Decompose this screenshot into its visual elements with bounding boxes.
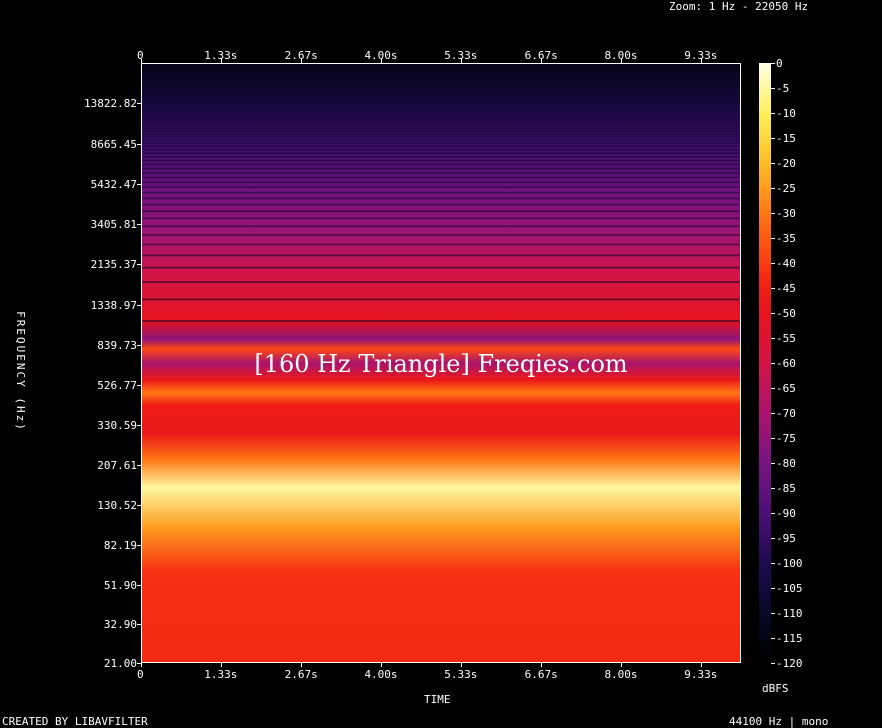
colorbar-tick-label: -20 xyxy=(776,157,796,170)
footer-credit: CREATED BY LIBAVFILTER xyxy=(2,715,148,728)
colorbar-tick-label: -75 xyxy=(776,432,796,445)
footer-samplerate: 44100 Hz | mono xyxy=(729,715,829,728)
colorbar-tick-mark xyxy=(771,463,775,464)
colorbar-tick-mark xyxy=(771,513,775,514)
colorbar-tick-mark xyxy=(771,63,775,64)
y-tick-label: 13822.82 xyxy=(84,97,137,111)
colorbar-tick-mark xyxy=(771,113,775,114)
x-tick-label-bottom: 6.67s xyxy=(524,668,558,681)
y-tick-label: 3405.81 xyxy=(90,218,137,232)
watermark-text: [160 Hz Triangle] Freqies.com xyxy=(254,350,628,378)
y-tick-label: 32.90 xyxy=(103,618,137,632)
x-tick-label-bottom: 8.00s xyxy=(604,668,638,681)
colorbar-tick-label: -70 xyxy=(776,407,796,420)
y-tick-label: 5432.47 xyxy=(90,177,137,191)
y-axis-label: FREQUENCY (Hz) xyxy=(13,311,27,432)
x-tick-mark-bottom xyxy=(220,663,222,667)
colorbar-tick-mark xyxy=(771,238,775,239)
colorbar-tick-mark xyxy=(771,313,775,314)
y-tick-label: 8665.45 xyxy=(90,137,137,151)
colorbar-tick-mark xyxy=(771,613,775,614)
colorbar-tick-label: -110 xyxy=(776,607,803,620)
colorbar-tick-mark xyxy=(771,438,775,439)
colorbar-tick-label: -5 xyxy=(776,82,790,95)
colorbar-tick-mark xyxy=(771,413,775,414)
colorbar-tick-mark xyxy=(771,638,775,639)
colorbar-tick-mark xyxy=(771,338,775,339)
x-tick-mark-bottom xyxy=(460,663,462,667)
colorbar-tick-label: -10 xyxy=(776,107,796,120)
colorbar-tick-label: -45 xyxy=(776,282,796,295)
x-tick-label-bottom: 4.00s xyxy=(364,668,398,681)
colorbar-tick-label: -90 xyxy=(776,507,796,520)
colorbar-tick-mark xyxy=(771,138,775,139)
colorbar-tick-label: -120 xyxy=(776,657,803,670)
colorbar-tick-label: -50 xyxy=(776,307,796,320)
colorbar-tick-mark xyxy=(771,263,775,264)
colorbar-tick-label: -95 xyxy=(776,532,796,545)
x-tick-mark-bottom xyxy=(700,663,702,667)
x-tick-label-bottom: 0 xyxy=(137,668,144,681)
colorbar-tick-mark xyxy=(771,163,775,164)
colorbar-tick-label: -100 xyxy=(776,557,803,570)
x-tick-label-bottom: 9.33s xyxy=(684,668,718,681)
y-tick-label: 82.19 xyxy=(103,539,137,553)
colorbar-tick-label: -115 xyxy=(776,632,803,645)
colorbar-tick-mark xyxy=(771,188,775,189)
x-tick-mark-bottom xyxy=(301,663,303,667)
colorbar-tick-mark xyxy=(771,88,775,89)
colorbar-tick-label: -85 xyxy=(776,482,796,495)
colorbar-tick-mark xyxy=(771,538,775,539)
y-tick-label: 130.52 xyxy=(97,499,137,513)
colorbar-tick-label: -55 xyxy=(776,332,796,345)
colorbar-tick-label: -105 xyxy=(776,582,803,595)
x-tick-mark-bottom xyxy=(621,663,622,667)
colorbar-tick-mark xyxy=(771,563,775,564)
colorbar-tick-mark xyxy=(771,388,775,389)
colorbar-tick-mark xyxy=(771,288,775,289)
colorbar-tick-label: -35 xyxy=(776,232,796,245)
colorbar-tick-label: -25 xyxy=(776,182,796,195)
y-tick-label: 2135.37 xyxy=(90,258,137,272)
colorbar-tick-mark xyxy=(771,213,775,214)
colorbar-tick-mark xyxy=(771,663,775,664)
colorbar-tick-label: -30 xyxy=(776,207,796,220)
colorbar-tick-label: 0 xyxy=(776,57,783,70)
zoom-readout: Zoom: 1 Hz - 22050 Hz xyxy=(669,0,809,13)
y-tick-mark xyxy=(137,663,141,664)
colorbar-tick-mark xyxy=(771,488,775,489)
x-tick-mark-bottom xyxy=(541,663,543,667)
colorbar-tick-label: -15 xyxy=(776,132,796,145)
colorbar-tick-label: -80 xyxy=(776,457,796,470)
x-tick-label-bottom: 5.33s xyxy=(444,668,478,681)
y-tick-label: 207.61 xyxy=(97,459,137,473)
x-tick-mark-bottom xyxy=(141,663,142,667)
x-tick-label-bottom: 1.33s xyxy=(204,668,238,681)
x-tick-mark-bottom xyxy=(381,663,382,667)
y-tick-label: 330.59 xyxy=(97,419,137,433)
colorbar-label: dBFS xyxy=(762,682,789,695)
y-tick-label: 526.77 xyxy=(97,379,137,393)
y-tick-label: 1338.97 xyxy=(90,298,137,312)
colorbar-tick-label: -65 xyxy=(776,382,796,395)
x-tick-label-bottom: 2.67s xyxy=(284,668,318,681)
y-tick-label: 51.90 xyxy=(103,578,137,592)
y-tick-label: 21.00 xyxy=(103,657,137,670)
colorbar-tick-label: -40 xyxy=(776,257,796,270)
x-axis-label: TIME xyxy=(424,693,451,706)
colorbar-tick-mark xyxy=(771,588,775,589)
